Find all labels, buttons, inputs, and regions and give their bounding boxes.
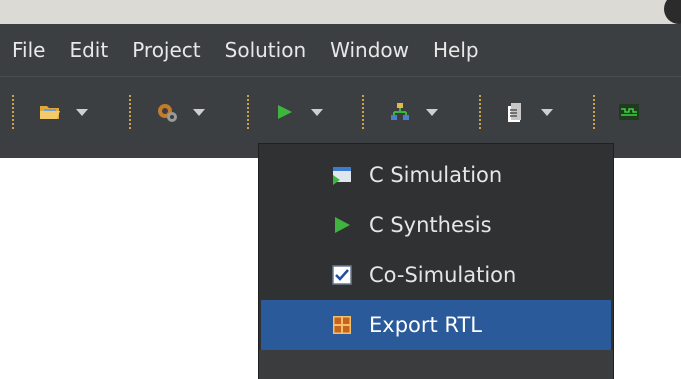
menu-help[interactable]: Help — [421, 24, 491, 76]
menubar: File Edit Project Solution Window Help — [0, 24, 681, 76]
toolbar-separator — [247, 95, 249, 129]
chevron-down-icon[interactable] — [541, 108, 553, 116]
export-grid-icon — [333, 316, 351, 334]
menu-item-co-simulation[interactable]: Co-Simulation — [261, 250, 611, 300]
chevron-down-icon[interactable] — [76, 108, 88, 116]
clipboard-icon — [508, 103, 521, 122]
chevron-down-icon[interactable] — [311, 108, 323, 116]
waveform-icon — [619, 104, 639, 120]
clipboard-tool[interactable] — [503, 97, 553, 127]
toolbar-separator — [479, 95, 481, 129]
toolbar-separator — [362, 95, 364, 129]
menu-window[interactable]: Window — [318, 24, 421, 76]
toolbar-separator — [12, 95, 14, 129]
menu-solution[interactable]: Solution — [213, 24, 318, 76]
open-folder-icon — [40, 106, 60, 119]
menu-item-label: Co-Simulation — [369, 263, 517, 287]
ide-window: File Edit Project Solution Window Help C… — [0, 0, 681, 379]
menu-edit[interactable]: Edit — [57, 24, 120, 76]
waveform-tool[interactable] — [617, 97, 641, 127]
menu-item-c-simulation[interactable]: C Simulation — [261, 150, 611, 200]
run-play-icon — [278, 105, 292, 119]
menu-item-export-rtl[interactable]: Export RTL — [261, 300, 611, 350]
open-project-tool[interactable] — [38, 97, 88, 127]
toolbar-separator — [129, 95, 131, 129]
menu-item-label: C Simulation — [369, 163, 503, 187]
hierarchy-icon — [391, 103, 409, 120]
green-play-icon — [335, 217, 350, 233]
simulation-window-icon — [333, 167, 351, 185]
run-dropdown-menu: C Simulation C Synthesis Co-Simulation E… — [258, 143, 614, 379]
run-tool[interactable] — [273, 97, 323, 127]
toolbar-separator — [593, 95, 595, 129]
dropdown-bottom-shade — [259, 350, 613, 379]
menu-file[interactable]: File — [0, 24, 57, 76]
menu-project[interactable]: Project — [120, 24, 212, 76]
menu-item-label: C Synthesis — [369, 213, 492, 237]
window-top-strip — [0, 0, 681, 24]
chevron-down-icon[interactable] — [193, 108, 205, 116]
hierarchy-tool[interactable] — [388, 97, 438, 127]
menu-item-c-synthesis[interactable]: C Synthesis — [261, 200, 611, 250]
chevron-down-icon[interactable] — [426, 108, 438, 116]
settings-gears-icon — [158, 104, 177, 122]
menu-item-label: Export RTL — [369, 313, 483, 337]
settings-tool[interactable] — [155, 97, 205, 127]
checkbox-checked-icon — [332, 265, 352, 285]
